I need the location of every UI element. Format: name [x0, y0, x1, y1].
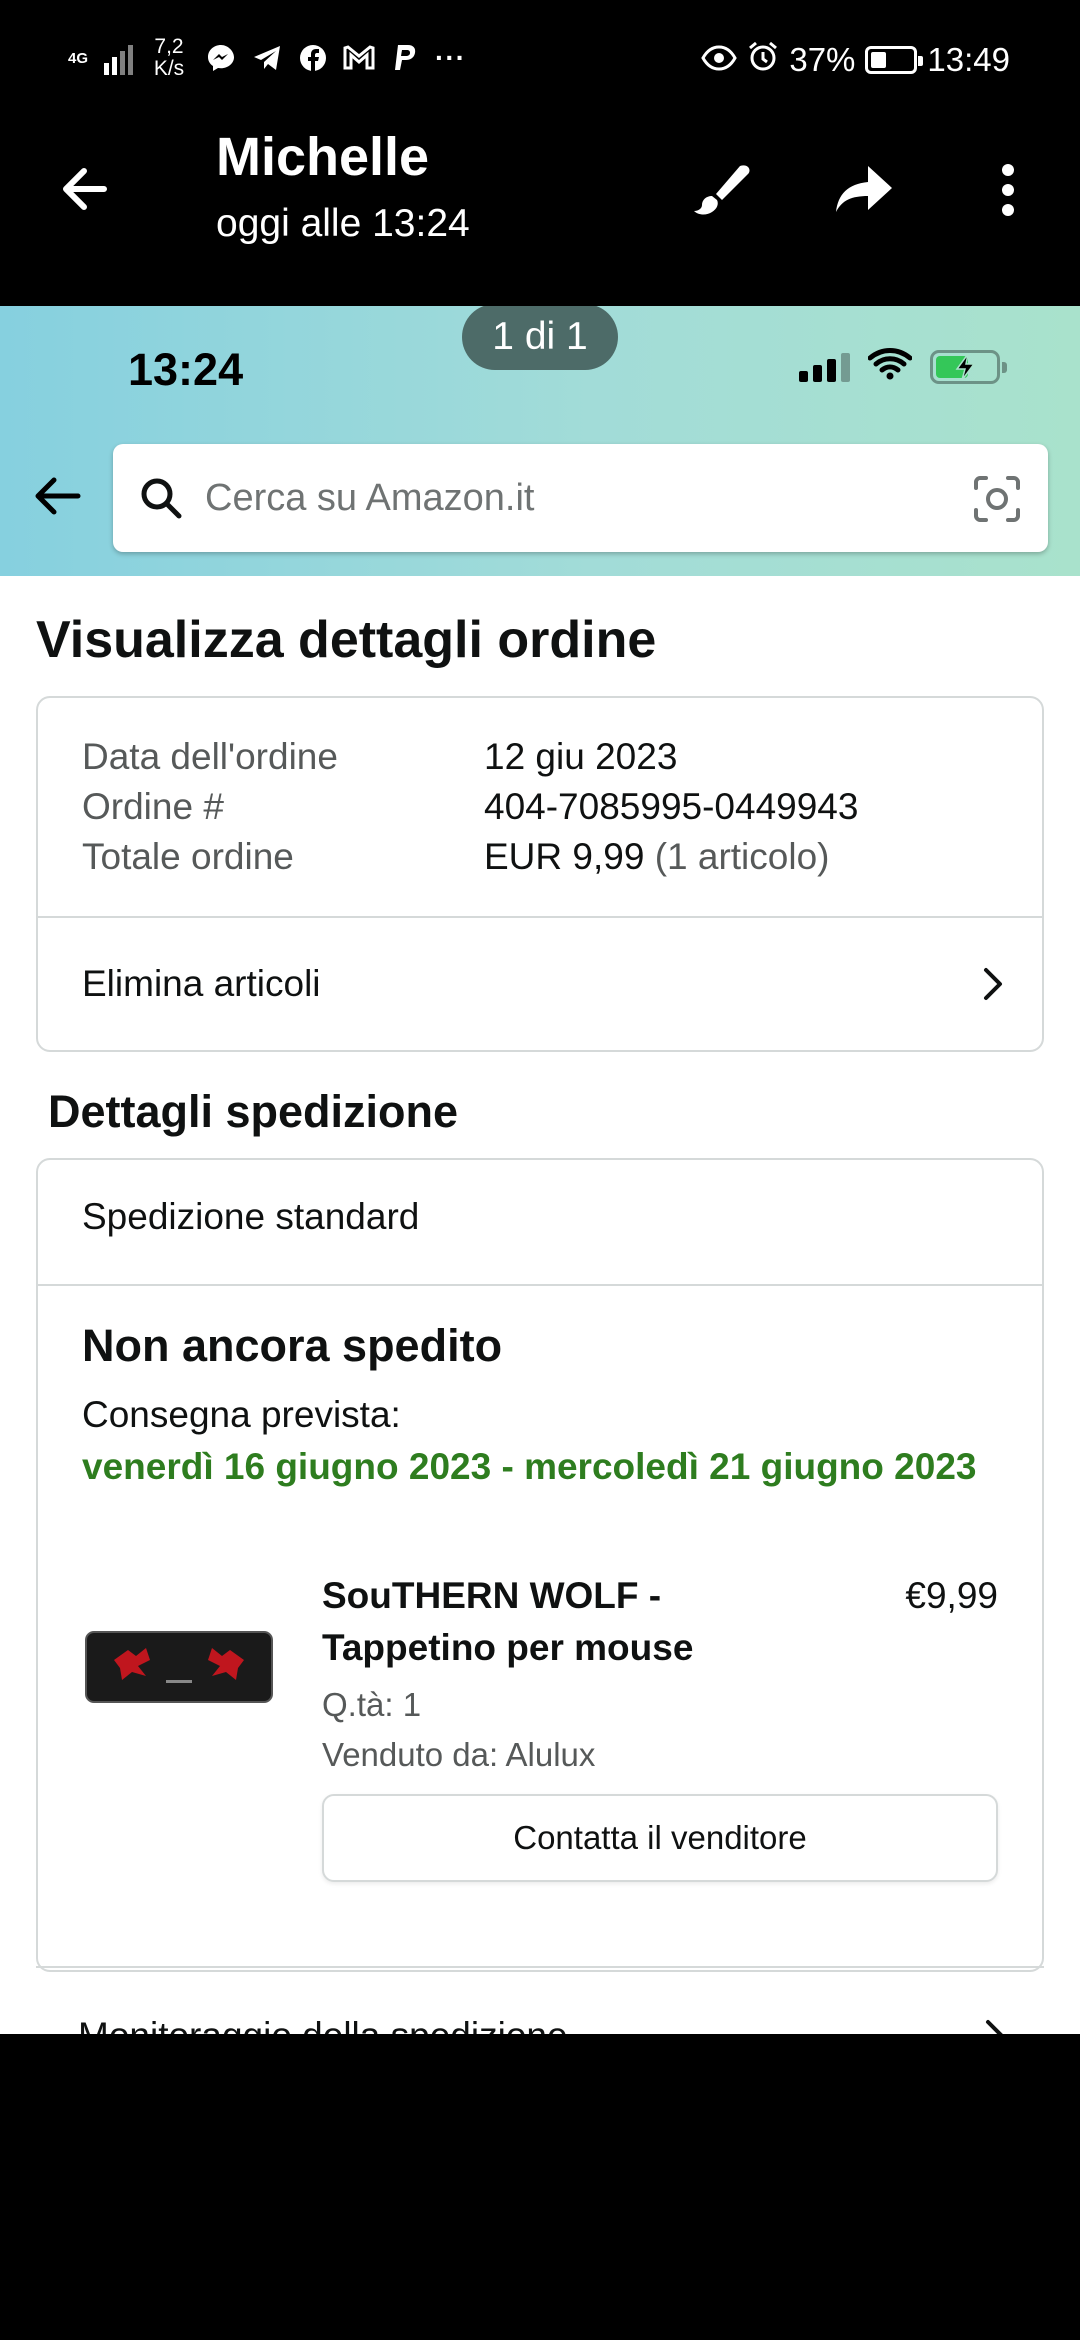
search-icon [137, 474, 185, 522]
order-date-value: 12 giu 2023 [484, 736, 678, 777]
contact-seller-button[interactable]: Contatta il venditore [322, 1794, 998, 1882]
edit-brush-icon[interactable] [688, 158, 752, 222]
sender-name: Michelle [216, 127, 430, 187]
delivery-date-range: venerdì 16 giugno 2023 - mercoledì 21 gi… [82, 1446, 977, 1487]
delivery-label: Consegna prevista: [82, 1394, 401, 1435]
order-number-value: 404-7085995-0449943 [484, 786, 859, 827]
divider [38, 1284, 1042, 1286]
shipping-section-title: Dettagli spedizione [48, 1086, 459, 1137]
sent-time: oggi alle 13:24 [216, 202, 470, 245]
viewer-header: Michelle oggi alle 13:24 [0, 110, 1080, 306]
forward-icon[interactable] [832, 158, 896, 222]
telegram-icon [251, 42, 283, 74]
ios-status-icons [799, 348, 1007, 385]
paypal-icon [389, 42, 421, 74]
alarm-icon [747, 40, 779, 80]
battery-icon [865, 46, 924, 74]
order-total-value: EUR 9,99 (1 articolo) [484, 836, 829, 878]
page-title: Visualizza dettagli ordine [36, 611, 657, 669]
network-speed: 7,2 K/s [153, 35, 185, 80]
shipping-method: Spedizione standard [82, 1196, 420, 1237]
back-arrow-icon[interactable] [52, 156, 118, 222]
divider [36, 1966, 1044, 1968]
order-total-row: Totale ordine EUR 9,99 (1 articolo) [82, 836, 829, 878]
cellular-icon [799, 352, 850, 382]
camera-scan-icon[interactable] [972, 474, 1022, 524]
order-date-row: Data dell'ordine 12 giu 2023 [82, 736, 677, 778]
order-total-label: Totale ordine [82, 836, 294, 877]
chevron-right-icon [972, 964, 1012, 1004]
order-item-count: (1 articolo) [654, 836, 830, 877]
search-input[interactable] [205, 468, 945, 528]
status-right-group: 37% 13:49 [701, 40, 1010, 80]
order-total-amount: EUR 9,99 [484, 836, 645, 877]
shipment-tracking-label: Monitoraggio della spedizione [78, 2015, 974, 2034]
wifi-icon [867, 348, 913, 385]
delete-items-row[interactable]: Elimina articoli [38, 918, 1042, 1050]
battery-percent: 37% [789, 41, 856, 78]
network-type: 4G [68, 49, 89, 67]
shipment-tracking-row[interactable]: Monitoraggio della spedizione [36, 2006, 1044, 2034]
search-bar[interactable] [113, 444, 1048, 552]
back-arrow-icon[interactable] [28, 466, 88, 526]
product-title[interactable]: SouTHERN WOLF - Tappetino per mouse [322, 1570, 842, 1674]
shared-screenshot: 1 di 1 13:24 Cerca su Amazon.it Visualiz… [0, 306, 1080, 2034]
more-notifications-icon: ··· [435, 42, 466, 73]
more-options-icon[interactable] [976, 158, 1040, 222]
eye-icon [701, 41, 738, 79]
order-number-label: Ordine # [82, 786, 224, 827]
chevron-right-icon [974, 2016, 1014, 2034]
status-left-group: 4G 7,2 K/s ··· [68, 36, 466, 80]
order-summary-card: Data dell'ordine 12 giu 2023 Ordine # 40… [36, 696, 1044, 1052]
facebook-icon [297, 42, 329, 74]
ios-battery-icon [930, 349, 1007, 384]
clock: 13:49 [927, 41, 1010, 78]
messenger-icon [205, 42, 237, 74]
product-image-mousepad[interactable] [84, 1630, 274, 1704]
page-counter: 1 di 1 [462, 306, 618, 370]
signal-icon [104, 41, 133, 75]
order-date-label: Data dell'ordine [82, 736, 338, 777]
delete-items-label: Elimina articoli [82, 963, 321, 1004]
product-quantity: Q.tà: 1 [322, 1686, 422, 1723]
ios-clock: 13:24 [128, 344, 244, 395]
product-seller: Venduto da: Alulux [322, 1736, 596, 1773]
shipping-card: Spedizione standard Non ancora spedito C… [36, 1158, 1044, 1972]
gmail-icon [343, 42, 375, 74]
shipping-status: Non ancora spedito [82, 1320, 503, 1371]
system-status-bar: 4G 7,2 K/s ··· 37% 13:49 [0, 0, 1080, 120]
product-price: €9,99 [905, 1575, 998, 1616]
order-number-row: Ordine # 404-7085995-0449943 [82, 786, 858, 828]
